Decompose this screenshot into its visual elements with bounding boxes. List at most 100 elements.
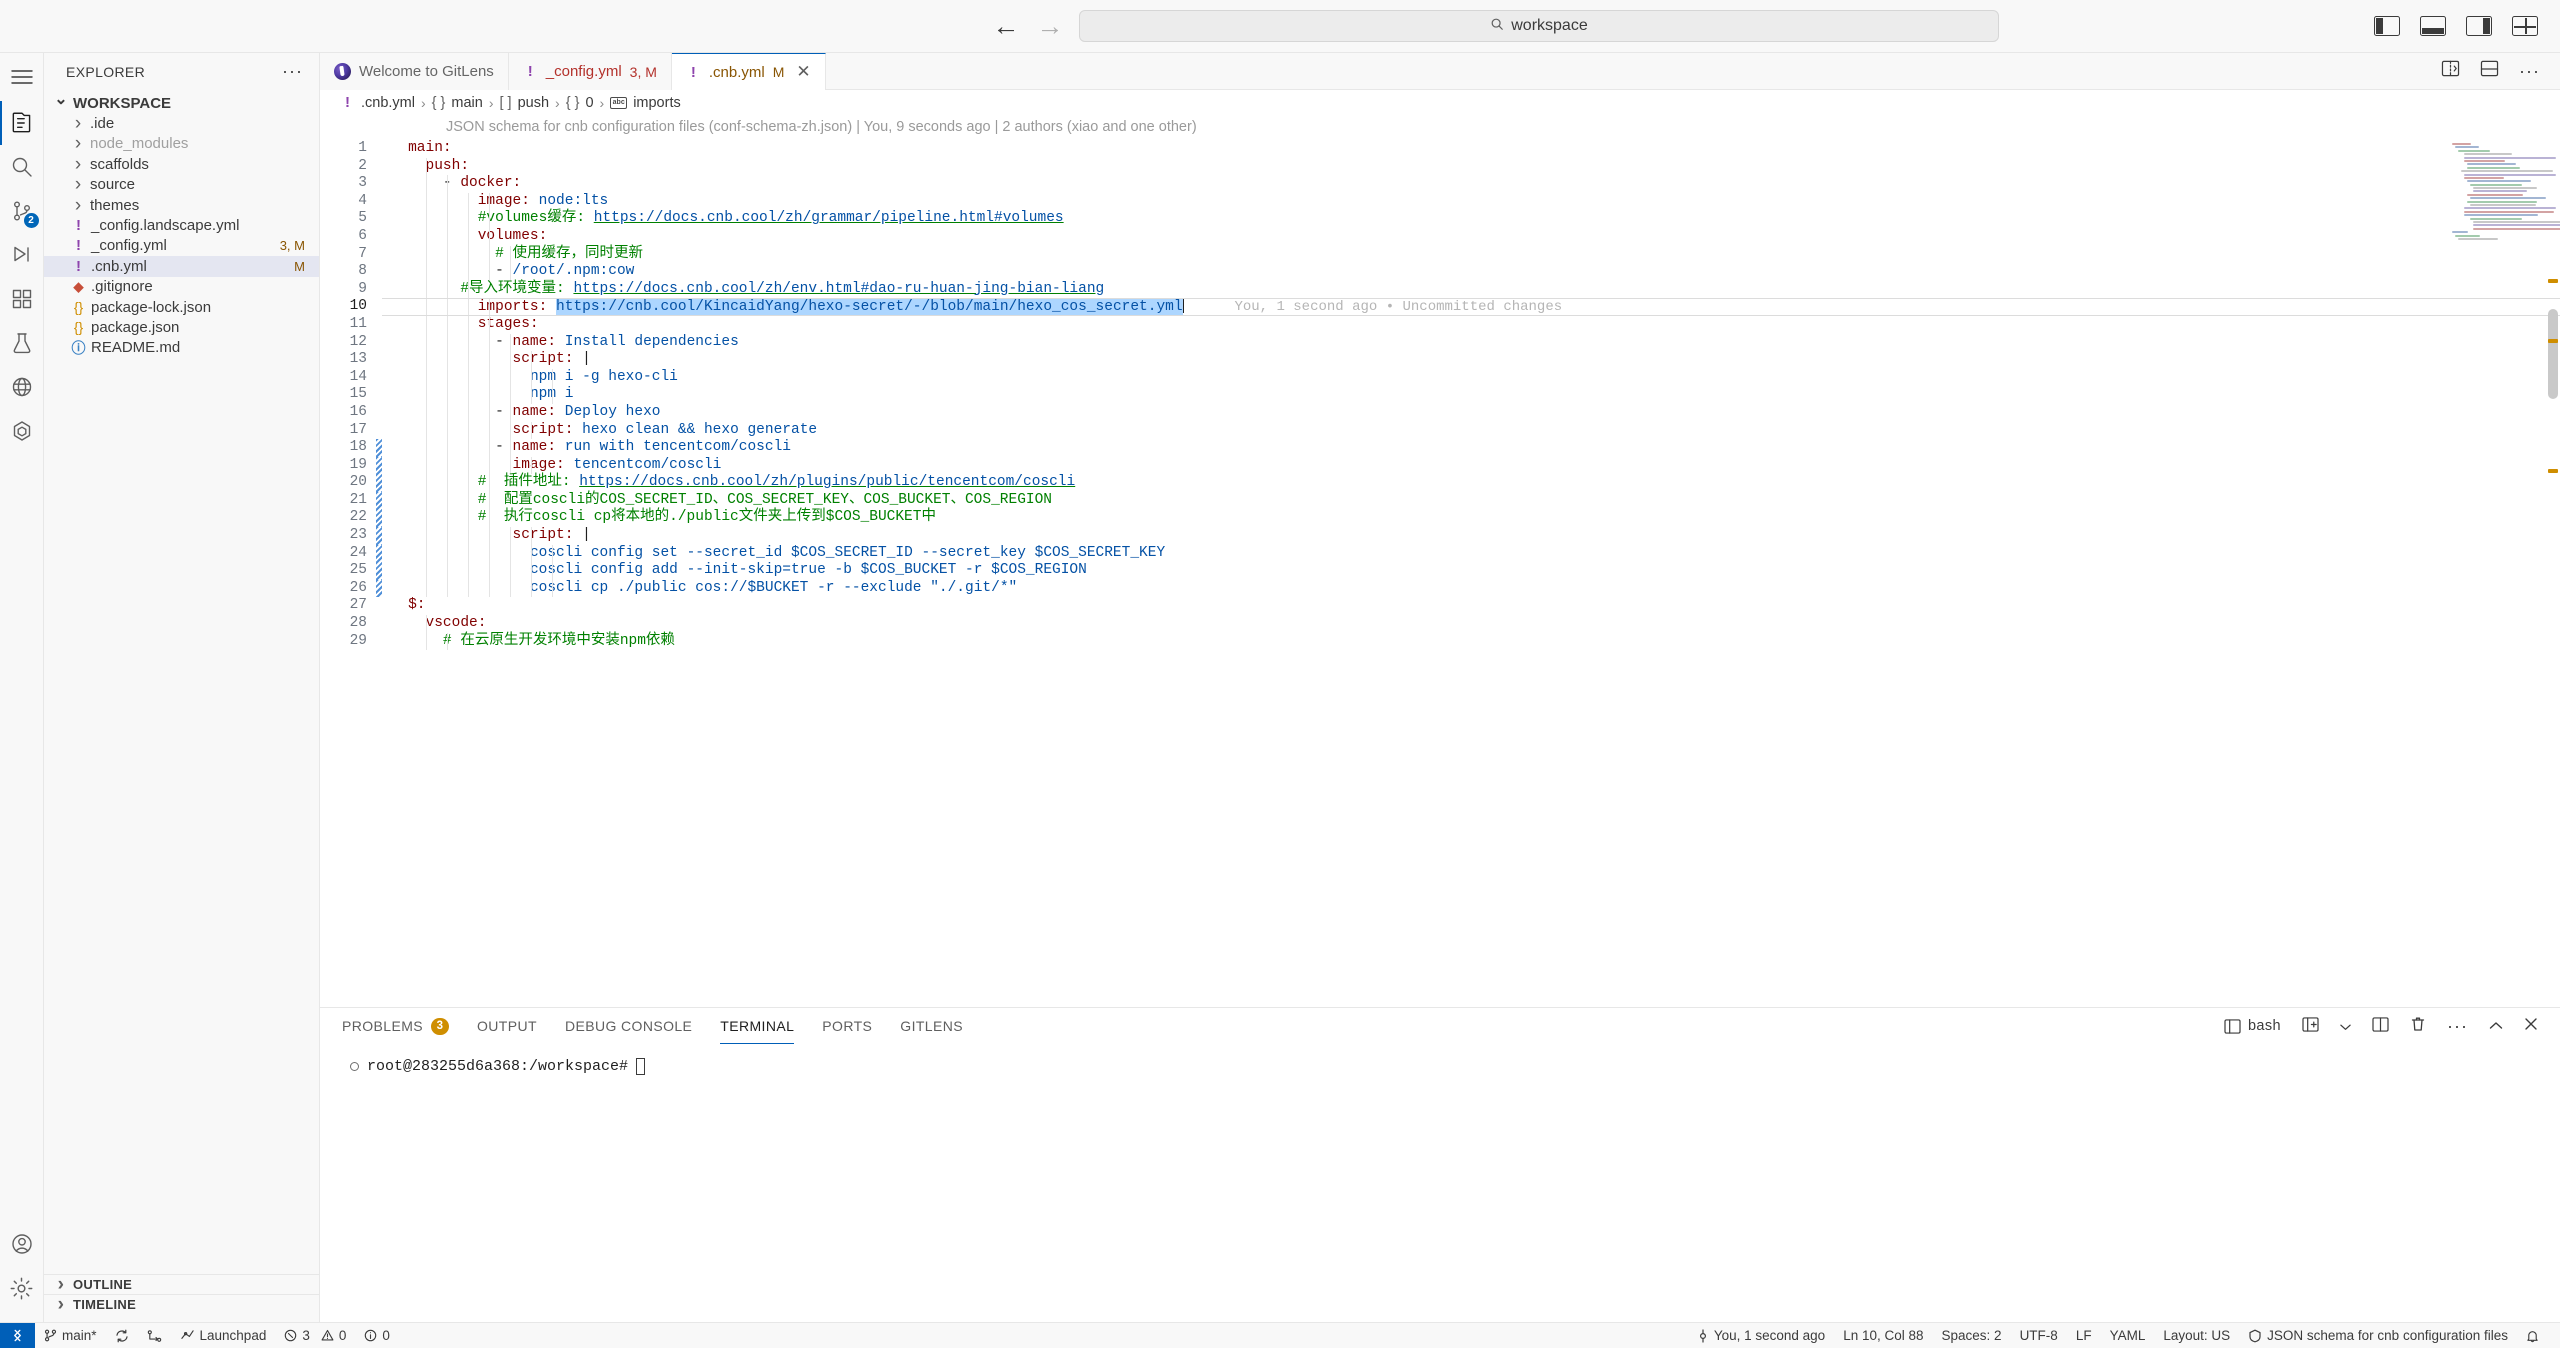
code-line[interactable]: npm i -g hexo-cli <box>382 368 2560 387</box>
code-line[interactable]: script: hexo clean && hexo generate <box>382 421 2560 440</box>
activity-bar-item-settings[interactable] <box>0 1266 44 1310</box>
status-launchpad[interactable]: Launchpad <box>171 1323 276 1348</box>
status-language-mode[interactable]: YAML <box>2101 1323 2155 1348</box>
code-content[interactable]: main: push: - docker: image: node:lts #v… <box>382 139 2560 1007</box>
code-line[interactable]: - name: run with tencentcom/coscli <box>382 439 2560 457</box>
tab-config-yml[interactable]: ! _config.yml 3, M <box>508 53 672 90</box>
new-terminal-icon[interactable] <box>2302 1016 2319 1036</box>
kill-terminal-icon[interactable] <box>2410 1016 2426 1036</box>
split-terminal-icon[interactable] <box>2372 1016 2389 1036</box>
toggle-primary-sidebar-icon[interactable] <box>2374 16 2400 36</box>
status-indentation[interactable]: Spaces: 2 <box>1933 1323 2011 1348</box>
status-branch-compare[interactable] <box>138 1323 171 1348</box>
code-line[interactable]: # 执行coscli cp将本地的./public文件夹上传到$COS_BUCK… <box>382 509 2560 528</box>
status-info[interactable]: 0 <box>355 1323 399 1348</box>
split-editor-down-icon[interactable] <box>2480 60 2499 82</box>
status-sync[interactable] <box>106 1323 138 1348</box>
breadcrumb-item-imports[interactable]: imports <box>633 95 681 111</box>
code-line[interactable]: coscli config add --init-skip=true -b $C… <box>382 562 2560 580</box>
code-line[interactable]: main: <box>382 140 2560 158</box>
code-line[interactable]: stages: <box>382 315 2560 334</box>
activity-bar-item-search[interactable] <box>0 145 44 189</box>
tree-item-gitignore[interactable]: ◆ .gitignore <box>44 277 319 297</box>
panel-tab-ports[interactable]: PORTS <box>822 1008 872 1044</box>
sidebar-section-outline[interactable]: OUTLINE <box>44 1274 319 1294</box>
code-line[interactable]: $: <box>382 597 2560 615</box>
code-line[interactable]: script: | <box>382 527 2560 545</box>
hamburger-menu-icon[interactable] <box>0 53 44 101</box>
forward-icon[interactable]: → <box>1035 11 1065 41</box>
code-line[interactable]: # 在云原生开发环境中安装npm依赖 <box>382 632 2560 651</box>
activity-bar-item-accounts[interactable] <box>0 1222 44 1266</box>
code-line[interactable]: - docker: <box>382 175 2560 193</box>
tab-cnb-yml[interactable]: ! .cnb.yml M ✕ <box>671 53 826 90</box>
tree-item-cnb-yml[interactable]: ! .cnb.yml M <box>44 256 319 277</box>
quick-input-search[interactable]: workspace <box>1079 10 1999 42</box>
tree-item-readme-md[interactable]: ⓘ README.md <box>44 338 319 358</box>
breadcrumb-item-main[interactable]: main <box>451 95 482 111</box>
status-remote-indicator[interactable] <box>0 1322 35 1348</box>
terminal-tabs-toggle[interactable]: bash <box>2224 1018 2281 1034</box>
toggle-panel-icon[interactable] <box>2420 16 2446 36</box>
code-line[interactable]: coscli config set --secret_id $COS_SECRE… <box>382 544 2560 563</box>
activity-bar-item-remote-explorer[interactable] <box>0 365 44 409</box>
code-line[interactable]: - /root/.npm:cow <box>382 263 2560 281</box>
code-line[interactable]: npm i <box>382 386 2560 404</box>
breadcrumb-item-push[interactable]: push <box>518 95 549 111</box>
code-line[interactable]: coscli cp ./public cos://$BUCKET -r --ex… <box>382 579 2560 598</box>
code-line[interactable]: # 插件地址: https://docs.cnb.cool/zh/plugins… <box>382 474 2560 492</box>
tree-item-node-modules[interactable]: node_modules <box>44 134 319 154</box>
chevron-down-icon[interactable] <box>2340 1018 2351 1035</box>
status-eol[interactable]: LF <box>2067 1323 2101 1348</box>
code-line[interactable]: image: tencentcom/coscli <box>382 456 2560 475</box>
minimap[interactable] <box>2452 143 2560 240</box>
code-line[interactable]: # 使用缓存，同时更新 <box>382 245 2560 264</box>
back-icon[interactable]: ← <box>991 11 1021 41</box>
panel-tab-output[interactable]: OUTPUT <box>477 1008 537 1044</box>
status-problems[interactable]: 3 0 <box>275 1323 355 1348</box>
sidebar-section-timeline[interactable]: TIMELINE <box>44 1294 319 1314</box>
tree-item-package-json[interactable]: {} package.json <box>44 317 319 337</box>
code-line[interactable]: #volumes缓存: https://docs.cnb.cool/zh/gra… <box>382 210 2560 228</box>
code-line[interactable]: push: <box>382 157 2560 176</box>
status-blame[interactable]: You, 1 second ago <box>1688 1323 1834 1348</box>
code-line[interactable]: vscode: <box>382 615 2560 633</box>
status-branch[interactable]: main* <box>35 1323 106 1348</box>
code-line[interactable]: # 配置coscli的COS_SECRET_ID、COS_SECRET_KEY、… <box>382 491 2560 510</box>
tree-item-package-lock-json[interactable]: {} package-lock.json <box>44 297 319 317</box>
more-actions-icon[interactable]: ··· <box>2519 61 2540 82</box>
code-line[interactable]: script: | <box>382 351 2560 369</box>
code-line[interactable]: #导入环境变量: https://docs.cnb.cool/zh/env.ht… <box>382 280 2560 299</box>
panel-tab-terminal[interactable]: TERMINAL <box>720 1008 795 1044</box>
close-icon[interactable]: ✕ <box>796 62 810 82</box>
status-notifications[interactable] <box>2517 1323 2548 1348</box>
code-line[interactable]: volumes: <box>382 227 2560 246</box>
editor-scrollbar[interactable] <box>2548 309 2558 399</box>
activity-bar-item-source-control[interactable]: 2 <box>0 189 44 233</box>
breadcrumb-item-index[interactable]: 0 <box>585 95 593 111</box>
tree-item-config-yml[interactable]: ! _config.yml 3, M <box>44 236 319 256</box>
code-line[interactable]: imports: https://cnb.cool/KincaidYang/he… <box>382 298 2560 316</box>
tree-item-scaffolds[interactable]: scaffolds <box>44 154 319 174</box>
tree-item-config-landscape-yml[interactable]: ! _config.landscape.yml <box>44 215 319 235</box>
code-line[interactable]: image: node:lts <box>382 192 2560 211</box>
tree-root-workspace[interactable]: WORKSPACE <box>44 93 319 113</box>
activity-bar-item-extensions[interactable] <box>0 277 44 321</box>
maximize-panel-icon[interactable] <box>2489 1018 2503 1035</box>
panel-more-icon[interactable]: ··· <box>2447 1016 2468 1037</box>
close-panel-icon[interactable] <box>2524 1017 2538 1035</box>
panel-tab-gitlens[interactable]: GITLENS <box>900 1008 963 1044</box>
tree-item-ide[interactable]: .ide <box>44 113 319 133</box>
activity-bar-item-run-debug[interactable] <box>0 233 44 277</box>
tab-welcome-to-gitlens[interactable]: Welcome to GitLens <box>320 53 509 90</box>
activity-bar-item-explorer[interactable] <box>0 101 44 145</box>
code-editor[interactable]: 1 2 3 4 5 6 7 8 9 10 11 12 13 14 15 16 17 18 19 20 21 22 23 24 2… <box>320 139 2560 1007</box>
tree-item-themes[interactable]: themes <box>44 195 319 215</box>
toggle-secondary-sidebar-icon[interactable] <box>2466 16 2492 36</box>
code-line[interactable]: - name: Deploy hexo <box>382 403 2560 422</box>
customize-layout-icon[interactable] <box>2512 16 2538 36</box>
activity-bar-item-custom-view[interactable] <box>0 409 44 453</box>
code-line[interactable]: - name: Install dependencies <box>382 333 2560 352</box>
tree-item-source[interactable]: source <box>44 175 319 195</box>
activity-bar-item-testing[interactable] <box>0 321 44 365</box>
